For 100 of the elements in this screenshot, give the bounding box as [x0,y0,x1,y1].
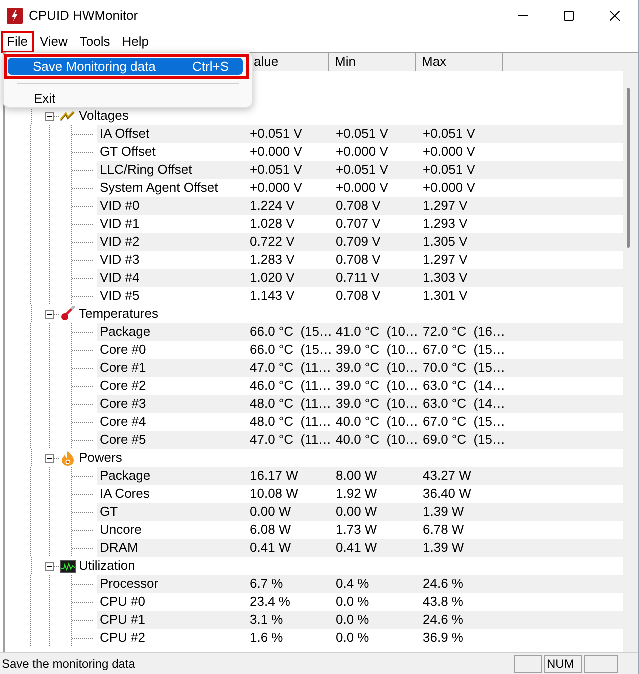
value-cell-text: 1.6 % [250,629,284,648]
min-cell-text: 0.00 W [336,503,378,522]
value-cell-text: 10.08 W [250,485,300,504]
column-header[interactable]: Min [329,53,416,71]
min-cell-text: 41.0 °C (10… [336,323,420,342]
menu-option[interactable]: Exit [9,90,244,107]
min-cell-text: 0.0 % [336,593,370,612]
sensor-label: VID #3 [100,251,141,270]
sensor-label: VID #1 [100,215,141,234]
zigzag-icon [60,110,76,122]
max-cell-text: 43.8 % [423,593,464,612]
collapse-toggle-icon[interactable] [45,310,54,318]
status-indicator: NUM [544,654,582,672]
max-cell-text: +0.000 V [423,143,476,162]
collapse-toggle-icon[interactable] [45,562,54,570]
min-cell-text: 0.0 % [336,629,370,648]
max-cell-text: 1.297 V [423,251,469,270]
max-cell-text: 36.9 % [423,629,464,648]
app-logo-icon [7,8,23,24]
min-cell-text: 0.711 V [336,269,381,288]
menu-option[interactable]: Save Monitoring data Ctrl+S [8,58,243,75]
value-cell-text: 46.0 °C (11… [250,377,333,396]
value-cell-text: +0.000 V [250,143,304,162]
min-cell-text: +0.051 V [336,125,390,144]
value-cell-text: 1.224 V [250,197,296,216]
scrollbar-thumb[interactable] [627,88,630,248]
menu-item[interactable]: Tools [74,32,116,52]
min-cell-text: +0.051 V [336,161,390,180]
sensor-label: Uncore [100,521,143,540]
sensor-label: CPU #2 [100,629,147,648]
collapse-toggle-icon[interactable] [45,112,54,120]
tree-node[interactable]: Utilization [79,556,136,576]
value-cell-text: 1.028 V [250,215,296,234]
menu-item[interactable]: View [34,32,74,52]
value-cell-text: 66.0 °C (15… [250,323,334,342]
tree-node[interactable]: Voltages [79,106,129,126]
max-cell-text: 24.6 % [423,611,464,630]
value-cell-text: 0.00 W [250,503,292,522]
max-cell-text: 67.0 °C (15… [423,413,507,432]
tree-line [31,557,32,575]
collapse-toggle-icon[interactable] [45,454,54,462]
value-cell-text: 66.0 °C (15… [250,341,334,360]
value-cell-text: +0.051 V [250,125,304,144]
flame-icon [61,450,75,466]
min-cell-text: 40.0 °C (10… [336,413,420,432]
sensor-label: Processor [100,575,160,594]
max-cell-text: 63.0 °C (14… [423,377,507,396]
tree-node[interactable]: Temperatures [79,304,158,324]
min-cell-text: 1.92 W [336,485,378,504]
value-cell-text: 48.0 °C (11… [250,413,333,432]
min-cell-text: 0.4 % [336,575,370,594]
min-cell-text: 0.707 V [336,215,382,234]
value-cell-text: 3.1 % [250,611,284,630]
max-cell-text: 70.0 °C (15… [423,359,507,378]
activity-graph-icon [60,560,76,572]
value-cell-text: 0.41 W [250,539,292,558]
min-cell-text: 0.709 V [336,233,382,252]
max-cell-text: 36.40 W [423,485,472,504]
max-cell-text: 1.297 V [423,197,469,216]
window-title: CPUID HWMonitor [29,7,138,26]
status-panel [584,654,618,672]
max-cell-text: 63.0 °C (14… [423,395,507,414]
min-cell-text: 8.00 W [336,467,378,486]
max-cell-text: 1.301 V [423,287,469,306]
max-cell-text: 72.0 °C (16… [423,323,507,342]
min-cell-text: +0.000 V [336,143,390,162]
max-cell-text: 67.0 °C (15… [423,341,507,360]
value-cell-text: 48.0 °C (11… [250,395,333,414]
tree-line [31,305,32,323]
max-cell-text: 1.303 V [423,269,469,288]
value-cell-text: +0.051 V [250,161,304,180]
value-cell-text: 16.17 W [250,467,300,486]
min-cell-text: 40.0 °C (10… [336,431,420,450]
max-cell-text: 69.0 °C (15… [423,431,507,450]
sensor-label: Package [100,467,152,486]
max-cell-text: 1.305 V [423,233,469,252]
min-cell-text: +0.000 V [336,179,390,198]
sensor-label: VID #4 [100,269,141,288]
value-cell-text: 6.08 W [250,521,292,540]
sensor-label: Core #2 [100,377,148,396]
value-cell-text: 6.7 % [250,575,284,594]
sensor-label: IA Cores [100,485,151,504]
min-cell-text: 0.41 W [336,539,378,558]
column-header[interactable]: Max [416,53,503,71]
value-cell-text: 1.143 V [250,287,296,306]
value-cell-text: 47.0 °C (11… [250,359,333,378]
min-cell-text: 0.0 % [336,611,370,630]
max-cell-text: 1.293 V [423,215,469,234]
max-cell-text: 43.27 W [423,467,472,486]
max-cell-text: 1.39 W [423,539,466,558]
value-cell-text: 0.722 V [250,233,296,252]
value-cell-text: 1.020 V [250,269,296,288]
menu-item[interactable]: Help [116,32,156,52]
max-cell-text: +0.051 V [423,125,476,144]
status-panel [514,654,542,672]
close-icon [610,11,620,21]
tree-node[interactable]: Powers [79,448,122,468]
maximize-icon [564,11,574,21]
min-cell-text: 39.0 °C (10… [336,359,420,378]
sensor-label: VID #0 [100,197,141,216]
